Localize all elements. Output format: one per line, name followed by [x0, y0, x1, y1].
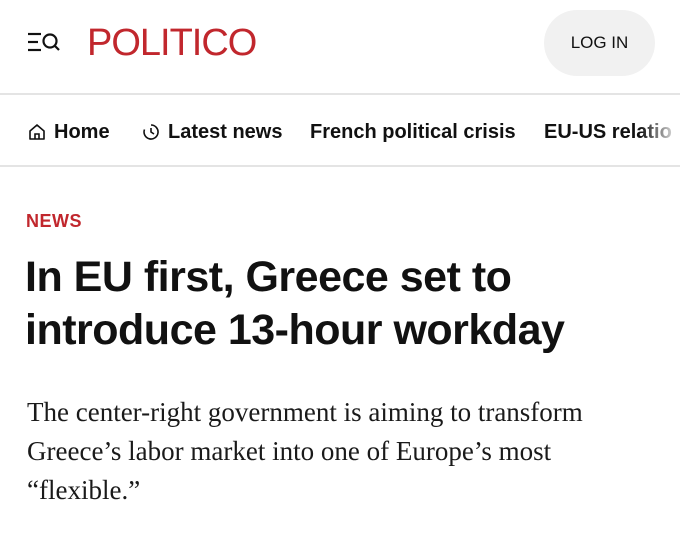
nav-item-french-political-crisis[interactable]: French political crisis: [310, 119, 516, 145]
nav-item-home[interactable]: Home: [27, 119, 110, 145]
politico-logo[interactable]: POLITICO: [87, 20, 257, 66]
nav-item-label: French political crisis: [310, 121, 516, 143]
headline-line: In EU first, Greece set to: [25, 253, 512, 301]
menu-search-icon[interactable]: [27, 30, 61, 54]
article-headline: In EU first, Greece set to introduce 13-…: [25, 251, 665, 357]
nav-item-label: Latest news: [168, 121, 283, 143]
home-icon: [27, 122, 47, 142]
dek-line: Greece’s labor market into one of Europe…: [27, 436, 552, 466]
login-button[interactable]: LOG IN: [544, 10, 655, 76]
dek-line: “flexible.”: [27, 475, 141, 505]
nav-scroll-fade: [640, 97, 680, 165]
clock-icon: [141, 122, 161, 142]
article-kicker[interactable]: NEWS: [26, 210, 82, 232]
nav-item-label: Home: [54, 121, 110, 143]
headline-line: introduce 13-hour workday: [25, 306, 565, 354]
article-dek: The center-right government is aiming to…: [27, 393, 667, 510]
section-nav: Home Latest news French political crisis…: [0, 97, 680, 167]
site-header: POLITICO LOG IN: [0, 0, 680, 95]
nav-item-latest-news[interactable]: Latest news: [141, 119, 282, 145]
dek-line: The center-right government is aiming to…: [27, 397, 583, 427]
